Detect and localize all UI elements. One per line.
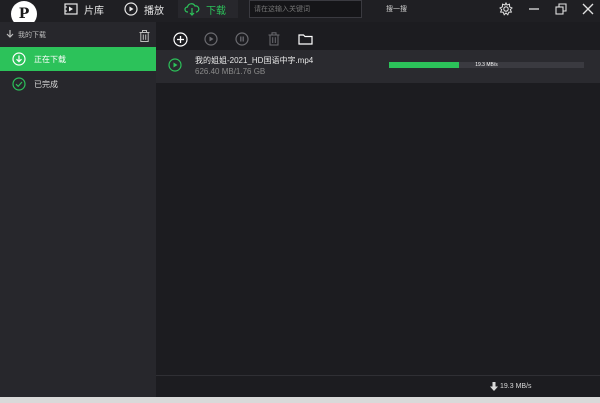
search-button[interactable]: 搜一搜 (386, 4, 407, 14)
play-circle-icon (168, 58, 182, 72)
play-icon (204, 32, 218, 46)
minimize-icon (529, 8, 539, 10)
start-button[interactable] (203, 31, 219, 47)
download-file-size: 626.40 MB/1.76 GB (195, 67, 266, 76)
row-play-button[interactable] (168, 58, 182, 74)
delete-button[interactable] (266, 31, 282, 47)
download-circle-icon (12, 52, 26, 66)
close-button[interactable] (580, 1, 596, 17)
open-folder-button[interactable] (297, 31, 313, 47)
sidebar: 我的下载 正在下载 已完成 (0, 22, 156, 403)
status-bar: 19.3 MB/s (156, 375, 600, 397)
download-row[interactable]: 我的姐姐-2021_HD国语中字.mp4 626.40 MB/1.76 GB 1… (156, 50, 600, 83)
search-input[interactable] (249, 0, 362, 18)
add-task-button[interactable] (172, 31, 188, 47)
pause-icon (235, 32, 249, 46)
tab-play-label: 播放 (144, 5, 164, 17)
download-toolbar (156, 29, 600, 49)
download-arrow-icon (490, 382, 498, 391)
delete-icon (268, 32, 280, 46)
tab-download[interactable]: 下载 (178, 0, 238, 18)
folder-icon (297, 34, 313, 45)
settings-icon (499, 2, 513, 16)
restore-icon (555, 3, 567, 15)
play-circle-icon (124, 2, 138, 16)
check-circle-icon (12, 77, 26, 91)
add-icon (172, 31, 188, 47)
sidebar-item-label: 正在下载 (34, 54, 66, 64)
tab-play[interactable]: 播放 (124, 0, 174, 18)
top-bar: P 片库 播放 下载 搜一搜 (0, 0, 600, 27)
download-progress-bar: 19.3 MB/s (389, 62, 584, 68)
settings-button[interactable] (498, 1, 514, 17)
download-file-name: 我的姐姐-2021_HD国语中字.mp4 (195, 56, 314, 65)
total-speed: 19.3 MB/s (490, 382, 532, 391)
bottom-strip (0, 397, 600, 403)
sidebar-item-completed[interactable]: 已完成 (0, 72, 156, 96)
pause-button[interactable] (234, 31, 250, 47)
tab-library-label: 片库 (84, 5, 104, 17)
minimize-button[interactable] (526, 1, 542, 17)
tab-library[interactable]: 片库 (64, 0, 114, 18)
total-speed-value: 19.3 MB/s (500, 383, 532, 390)
sidebar-header: 我的下载 (0, 22, 156, 46)
tab-download-label: 下载 (206, 5, 226, 17)
cloud-download-icon (184, 3, 200, 16)
sidebar-item-downloading[interactable]: 正在下载 (0, 47, 156, 71)
restore-button[interactable] (553, 1, 569, 17)
sidebar-item-label: 已完成 (34, 79, 58, 89)
library-icon (64, 3, 78, 15)
sidebar-title: 我的下载 (18, 32, 46, 39)
trash-icon[interactable] (139, 30, 150, 42)
close-icon (582, 3, 594, 15)
download-speed: 19.3 MB/s (475, 62, 498, 68)
arrow-down-icon (6, 30, 14, 38)
